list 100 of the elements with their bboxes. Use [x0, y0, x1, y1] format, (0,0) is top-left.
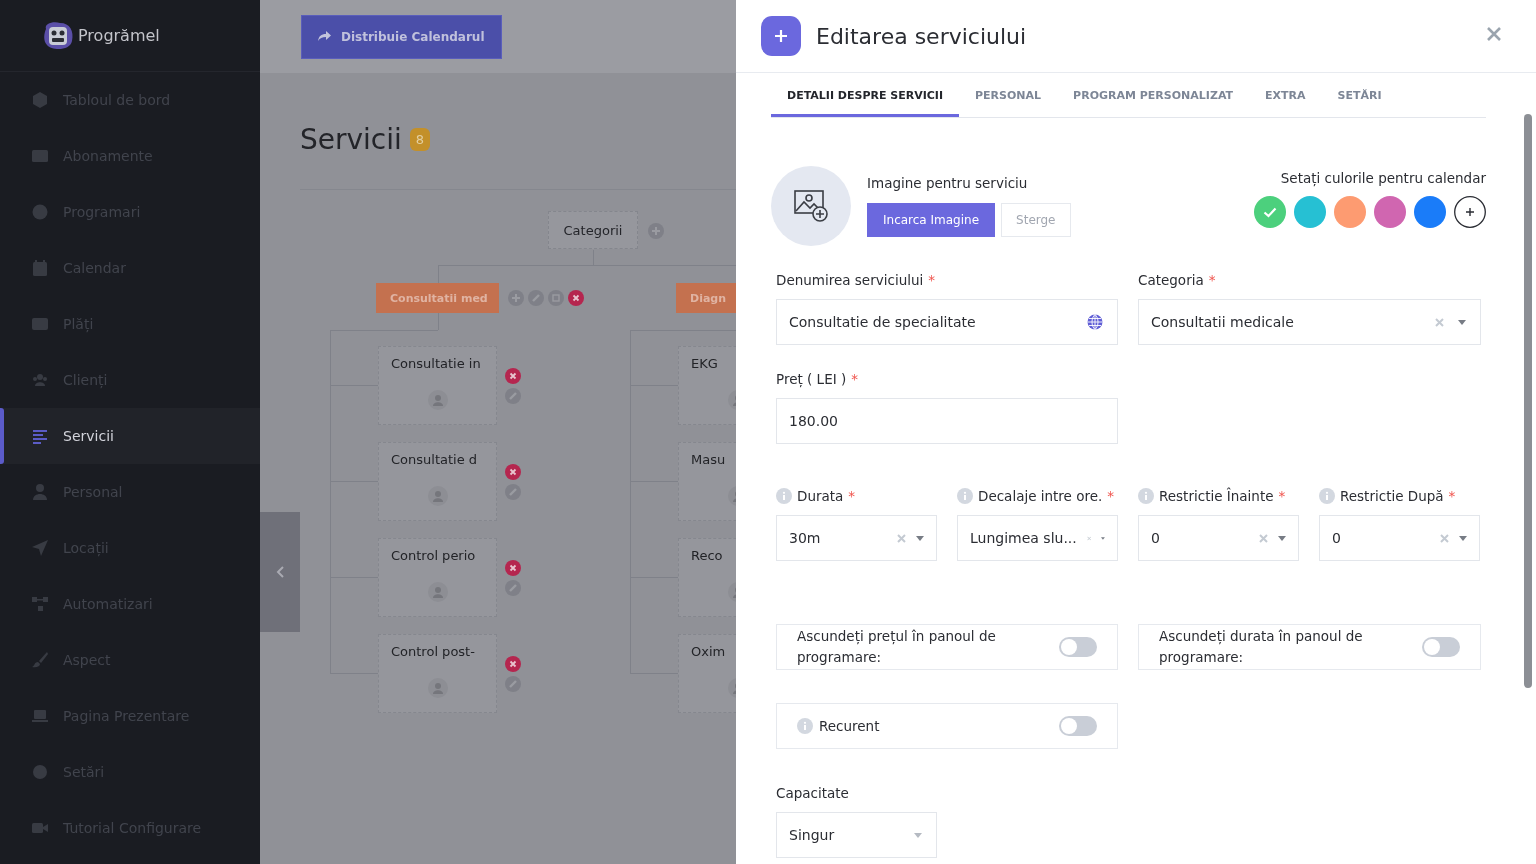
- tab[interactable]: EXTRA: [1249, 79, 1322, 117]
- caret-icon: [1458, 319, 1466, 325]
- avatar-icon: [428, 678, 448, 698]
- clear-icon[interactable]: [1440, 533, 1449, 543]
- caret-icon: [916, 535, 924, 541]
- flow-icon: [31, 595, 49, 613]
- upload-image-button[interactable]: Incarca Imagine: [867, 203, 996, 237]
- tab[interactable]: PROGRAM PERSONALIZAT: [1057, 79, 1250, 117]
- service-name: Masu: [691, 452, 726, 467]
- delete-icon[interactable]: [505, 464, 521, 480]
- service-card[interactable]: EKG: [678, 346, 736, 425]
- user-icon: [31, 483, 49, 501]
- service-name: EKG: [691, 356, 718, 371]
- gear-icon: [31, 763, 49, 781]
- brand-name: Progrămel: [78, 26, 160, 45]
- delete-icon[interactable]: [505, 368, 521, 384]
- add-image-icon: [794, 190, 828, 222]
- info-icon: [776, 488, 792, 504]
- toggle-label: Ascundeți durata în panoul de programare:: [1159, 627, 1364, 667]
- cube-icon: [31, 91, 49, 109]
- required-mark: *: [1208, 272, 1216, 288]
- edit-icon[interactable]: [528, 290, 544, 306]
- chevron-left-icon: [276, 566, 284, 578]
- delete-image-button[interactable]: Sterge: [1001, 203, 1071, 237]
- service-name: Control perio: [391, 548, 476, 563]
- service-name: Oxim: [691, 644, 726, 659]
- capacity-select[interactable]: Singur: [776, 812, 937, 858]
- color-swatch[interactable]: [1334, 196, 1366, 228]
- avatar-icon: [428, 582, 448, 602]
- list-icon: [31, 427, 49, 445]
- service-name: Consultatie in: [391, 356, 481, 371]
- service-name-field[interactable]: Consultatie de specialitate: [776, 299, 1118, 345]
- add-icon[interactable]: [648, 223, 664, 239]
- tab[interactable]: SETĂRI: [1321, 79, 1398, 117]
- toggle-switch[interactable]: [1059, 637, 1097, 657]
- service-card[interactable]: Control post-: [378, 634, 497, 713]
- page-title: Servicii: [300, 122, 402, 156]
- delete-icon[interactable]: [568, 290, 584, 306]
- service-card[interactable]: Control perio: [378, 538, 497, 617]
- wallet-icon: [31, 315, 49, 333]
- robot-logo-icon: [42, 20, 74, 51]
- service-card[interactable]: Reco: [678, 538, 736, 617]
- clear-icon[interactable]: [1086, 533, 1092, 543]
- calendar-icon: [31, 259, 49, 277]
- info-icon: [1138, 488, 1154, 504]
- toggle-label: Ascundeți prețul în panoul de programare:: [797, 627, 997, 667]
- toggle-switch[interactable]: [1422, 637, 1460, 657]
- field-label: Denumirea serviciului *: [776, 271, 936, 290]
- select-field[interactable]: 30m: [776, 515, 937, 561]
- image-label: Imagine pentru serviciu: [867, 175, 1029, 191]
- drawer-title: Editarea serviciului: [816, 23, 1027, 49]
- tab[interactable]: DETALII DESPRE SERVICII: [771, 79, 960, 117]
- toggle-label: Recurent: [819, 716, 881, 736]
- service-card[interactable]: Consultatie in: [378, 346, 497, 425]
- service-card[interactable]: Consultatie d: [378, 442, 497, 521]
- color-swatch[interactable]: [1254, 196, 1286, 228]
- field-label: Capacitate: [776, 784, 850, 803]
- field-label: Categoria *: [1138, 271, 1217, 290]
- brush-icon: [31, 651, 49, 669]
- service-name: Reco: [691, 548, 723, 563]
- share-arrow-icon: [318, 31, 331, 42]
- close-icon[interactable]: [1487, 27, 1501, 41]
- avatar-icon: [428, 486, 448, 506]
- required-mark: *: [1107, 488, 1115, 504]
- clear-icon[interactable]: [897, 533, 906, 543]
- share-calendar-button[interactable]: Distribuie Calendarul: [301, 14, 502, 59]
- toggle-switch[interactable]: [1059, 716, 1097, 736]
- collapse-tab[interactable]: [260, 512, 300, 632]
- check-icon: [1263, 206, 1277, 218]
- info-icon: [957, 488, 973, 504]
- info-icon: [797, 718, 813, 734]
- select-field[interactable]: 0: [1138, 515, 1299, 561]
- root-node[interactable]: Categorii: [548, 211, 638, 249]
- send-icon: [31, 539, 49, 557]
- service-name: Consultatie d: [391, 452, 478, 467]
- select-field[interactable]: Lungimea slu...: [957, 515, 1118, 561]
- delete-icon[interactable]: [505, 560, 521, 576]
- field-label: Durata *: [776, 486, 937, 506]
- add-icon[interactable]: [508, 290, 524, 306]
- clear-icon[interactable]: [1435, 317, 1444, 327]
- caret-icon: [914, 832, 922, 838]
- delete-icon[interactable]: [505, 656, 521, 672]
- price-field[interactable]: 180.00: [776, 398, 1118, 444]
- users-icon: [31, 371, 49, 389]
- add-color-icon[interactable]: [1454, 196, 1486, 228]
- globe-icon[interactable]: [1087, 314, 1103, 330]
- count-badge: 8: [409, 127, 431, 151]
- service-card[interactable]: Masu: [678, 442, 736, 521]
- select-field[interactable]: 0: [1319, 515, 1480, 561]
- category-select[interactable]: Consultatii medicale: [1138, 299, 1481, 345]
- required-mark: *: [928, 272, 935, 288]
- color-swatch[interactable]: [1374, 196, 1406, 228]
- clear-icon[interactable]: [1259, 533, 1268, 543]
- color-swatch[interactable]: [1414, 196, 1446, 228]
- sidebar-item[interactable]: Servicii: [0, 408, 260, 464]
- service-card[interactable]: Oxim: [678, 634, 736, 713]
- clock-icon: [31, 203, 49, 221]
- color-swatch[interactable]: [1294, 196, 1326, 228]
- required-mark: *: [851, 371, 858, 387]
- tab[interactable]: PERSONAL: [959, 79, 1058, 117]
